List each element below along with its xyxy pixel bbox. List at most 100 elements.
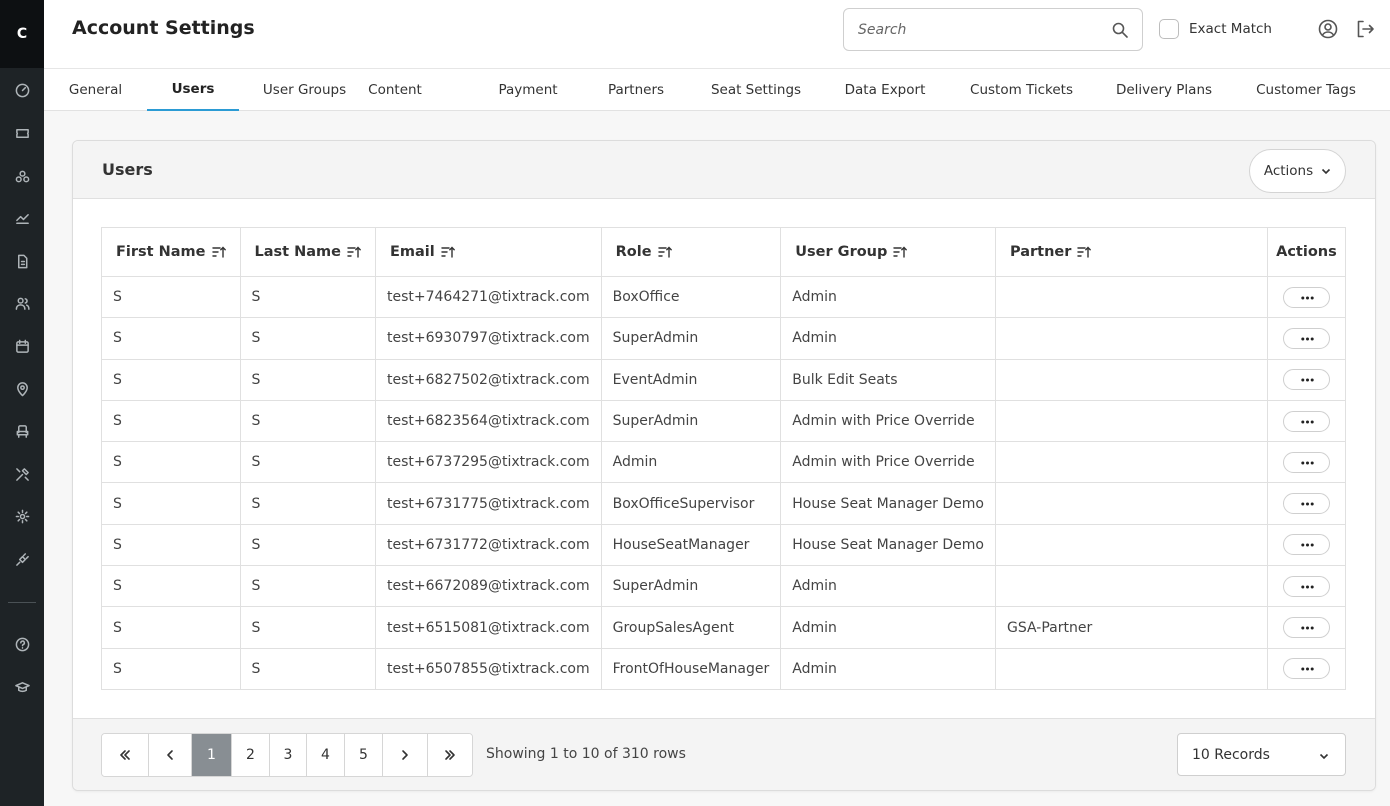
first-name-cell: S <box>101 482 241 525</box>
sort-icon[interactable] <box>657 246 672 258</box>
column-header-user-group[interactable]: User Group <box>780 227 996 277</box>
ellipsis-icon <box>1301 585 1314 589</box>
table-row[interactable]: S Stest+6731775@tixtrack.com BoxOfficeSupe… <box>101 482 1347 525</box>
tab-user-groups[interactable]: User Groups <box>263 69 346 111</box>
graduation-cap-icon[interactable] <box>11 676 33 698</box>
row-actions-button[interactable] <box>1282 575 1330 597</box>
role-cell: SuperAdmin <box>600 399 782 443</box>
column-header-partner[interactable]: Partner <box>995 227 1268 277</box>
tab-content[interactable]: Content <box>368 69 422 111</box>
gear-icon[interactable] <box>11 505 33 527</box>
table-row[interactable]: S Stest+6827502@tixtrack.com EventAdmin Bul… <box>101 358 1347 401</box>
logout-icon[interactable] <box>1355 19 1375 39</box>
user-group-cell: Admin <box>780 565 996 608</box>
table-row[interactable]: S Stest+6507855@tixtrack.com FrontOfHouseM… <box>101 647 1347 690</box>
row-actions-button[interactable] <box>1282 327 1330 349</box>
first-name-cell: S <box>101 275 241 319</box>
tab-customer-tags[interactable]: Customer Tags <box>1256 69 1356 111</box>
tab-delivery-plans[interactable]: Delivery Plans <box>1116 69 1212 111</box>
row-actions-cell <box>1266 565 1347 608</box>
column-header-role[interactable]: Role <box>600 227 782 277</box>
column-header-first-name[interactable]: First Name <box>101 227 241 277</box>
plug-icon[interactable] <box>11 548 33 570</box>
chevron-left-icon <box>167 750 173 760</box>
last-name-cell: S <box>239 358 376 401</box>
prev-page-button[interactable] <box>149 734 192 776</box>
user-group-cell: Admin <box>780 606 996 649</box>
dashboard-icon[interactable] <box>11 79 33 101</box>
column-header-email[interactable]: Email <box>375 227 602 277</box>
role-cell: FrontOfHouseManager <box>600 647 782 690</box>
page-button-3[interactable]: 3 <box>270 734 307 776</box>
page-button-1[interactable]: 1 <box>192 734 232 776</box>
sidebar-divider <box>8 602 36 603</box>
row-actions-button[interactable] <box>1282 410 1330 432</box>
sort-icon[interactable] <box>347 246 361 258</box>
search-icon[interactable] <box>1112 22 1128 38</box>
table-row[interactable]: S Stest+6823564@tixtrack.com SuperAdmin Adm… <box>101 399 1347 443</box>
last-page-button[interactable] <box>428 734 472 776</box>
page-button-2[interactable]: 2 <box>232 734 270 776</box>
chevron-down-icon <box>1319 753 1329 760</box>
tools-icon[interactable] <box>11 463 33 485</box>
sort-icon[interactable] <box>893 246 908 258</box>
last-name-cell: S <box>239 441 376 484</box>
ticket-icon[interactable] <box>11 122 33 144</box>
users-card: Users Actions First Name Last Name Email… <box>72 140 1376 791</box>
group-icon[interactable] <box>11 165 33 187</box>
user-group-cell: Admin <box>780 275 996 319</box>
tab-custom-tickets[interactable]: Custom Tickets <box>970 69 1073 111</box>
page-button-5[interactable]: 5 <box>345 734 383 776</box>
row-actions-button[interactable] <box>1282 617 1330 639</box>
tab-partners[interactable]: Partners <box>608 69 664 111</box>
exact-match-checkbox[interactable] <box>1159 19 1179 39</box>
account-icon[interactable] <box>1318 19 1338 39</box>
tab-general[interactable]: General <box>69 69 122 111</box>
table-row[interactable]: S Stest+6515081@tixtrack.com GroupSalesAge… <box>101 606 1347 649</box>
user-group-cell: Bulk Edit Seats <box>780 358 996 401</box>
row-actions-button[interactable] <box>1282 286 1330 308</box>
partner-cell: GSA-Partner <box>995 606 1268 649</box>
table-row[interactable]: S Stest+6930797@tixtrack.com SuperAdmin Adm… <box>101 317 1347 360</box>
table-row[interactable]: S Stest+6731772@tixtrack.com HouseSeatMana… <box>101 523 1347 567</box>
sort-icon[interactable] <box>1077 246 1092 258</box>
table-row[interactable]: S Stest+6737295@tixtrack.com Admin Admin wi… <box>101 441 1347 484</box>
email-cell: test+6930797@tixtrack.com <box>375 317 602 360</box>
role-cell: SuperAdmin <box>600 317 782 360</box>
actions-dropdown-button[interactable]: Actions <box>1249 149 1346 193</box>
search-input[interactable] <box>844 9 1104 50</box>
users-icon[interactable] <box>11 292 33 314</box>
row-actions-cell <box>1266 647 1347 690</box>
table-header-row: First Name Last Name Email Role User Gro… <box>101 227 1347 277</box>
row-actions-cell <box>1266 523 1347 567</box>
row-actions-button[interactable] <box>1282 369 1330 391</box>
row-actions-button[interactable] <box>1282 493 1330 515</box>
row-actions-button[interactable] <box>1282 451 1330 473</box>
double-chevron-left-icon <box>120 750 130 760</box>
tab-seat-settings[interactable]: Seat Settings <box>711 69 801 111</box>
tab-data-export[interactable]: Data Export <box>845 69 926 111</box>
seat-icon[interactable] <box>11 420 33 442</box>
next-page-button[interactable] <box>383 734 428 776</box>
column-header-last-name[interactable]: Last Name <box>239 227 376 277</box>
email-cell: test+6507855@tixtrack.com <box>375 647 602 690</box>
table-row[interactable]: S Stest+7464271@tixtrack.com BoxOffice Admi… <box>101 275 1347 319</box>
sort-icon[interactable] <box>441 246 455 258</box>
first-name-cell: S <box>101 523 241 567</box>
location-pin-icon[interactable] <box>11 378 33 400</box>
tab-users[interactable]: Users <box>147 69 239 111</box>
page-button-4[interactable]: 4 <box>307 734 345 776</box>
first-page-button[interactable] <box>102 734 149 776</box>
chart-icon[interactable] <box>11 207 33 229</box>
help-icon[interactable] <box>11 633 33 655</box>
row-actions-button[interactable] <box>1282 658 1330 680</box>
document-icon[interactable] <box>11 250 33 272</box>
records-per-page-select[interactable]: 10 Records <box>1177 733 1346 776</box>
calendar-icon[interactable] <box>11 335 33 357</box>
table-row[interactable]: S Stest+6672089@tixtrack.com SuperAdmin Adm… <box>101 565 1347 608</box>
tab-payment[interactable]: Payment <box>498 69 557 111</box>
row-actions-button[interactable] <box>1282 534 1330 556</box>
sort-icon[interactable] <box>211 246 226 258</box>
double-chevron-right-icon <box>445 750 455 760</box>
app-logo[interactable]: C <box>0 0 44 68</box>
